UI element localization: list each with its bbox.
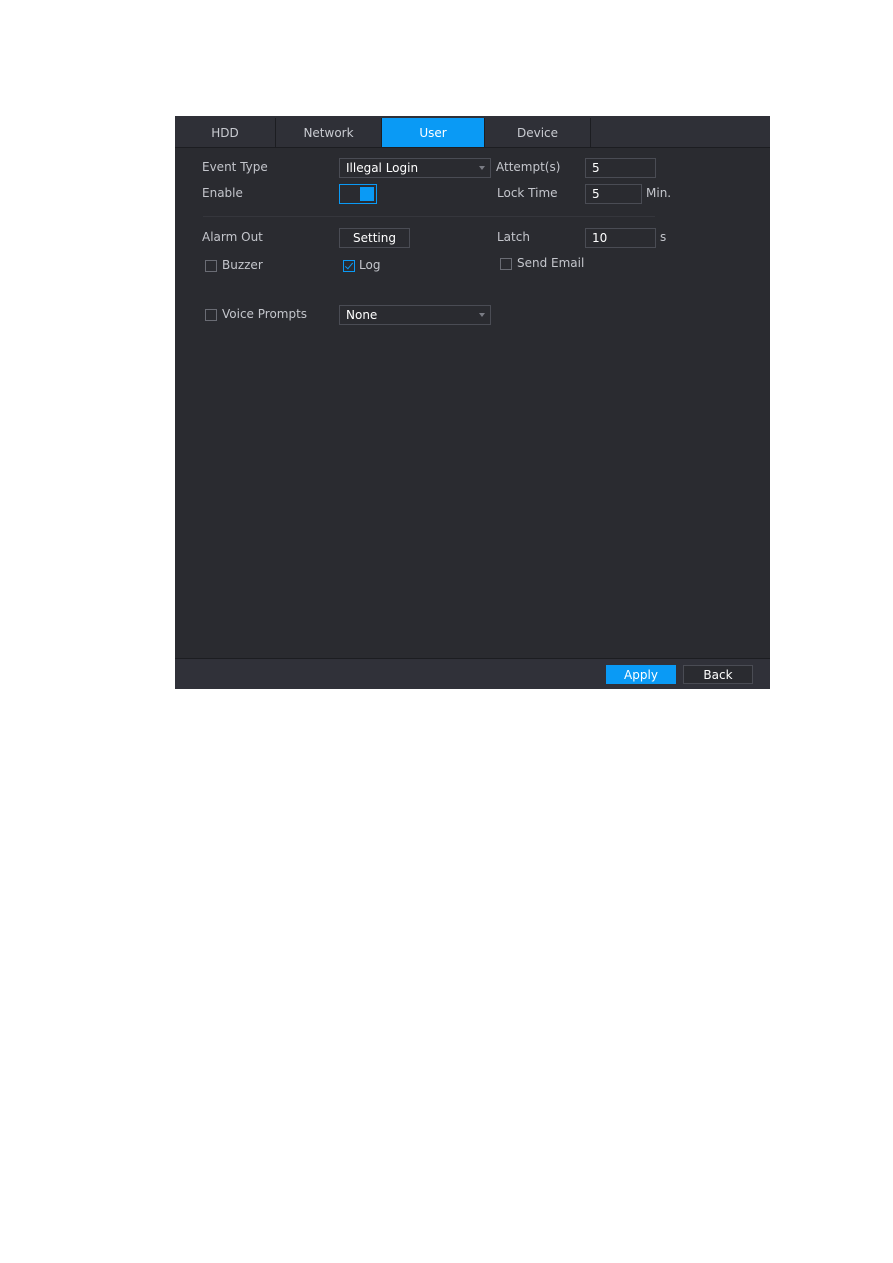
latch-input[interactable]: 10 — [585, 228, 656, 248]
tab-network[interactable]: Network — [276, 118, 382, 147]
toggle-knob — [360, 187, 374, 201]
tab-user[interactable]: User — [382, 118, 485, 147]
back-button[interactable]: Back — [683, 665, 753, 684]
send-email-checkbox[interactable] — [500, 258, 512, 270]
send-email-label: Send Email — [517, 256, 585, 270]
buzzer-checkbox[interactable] — [205, 260, 217, 272]
log-checkbox[interactable] — [343, 260, 355, 272]
buzzer-label: Buzzer — [222, 258, 263, 272]
tab-hdd[interactable]: HDD — [175, 118, 276, 147]
latch-value: 10 — [592, 231, 608, 245]
footer-bar: Apply Back — [175, 658, 770, 689]
log-label: Log — [359, 258, 381, 272]
event-type-value: Illegal Login — [346, 161, 419, 175]
enable-label: Enable — [202, 186, 243, 200]
enable-toggle[interactable] — [339, 184, 377, 204]
tab-device[interactable]: Device — [485, 118, 591, 147]
lock-time-label: Lock Time — [497, 186, 558, 200]
lock-time-unit: Min. — [646, 186, 672, 200]
lock-time-input[interactable]: 5 — [585, 184, 642, 204]
divider — [203, 216, 655, 217]
voice-prompts-label: Voice Prompts — [222, 307, 308, 321]
voice-prompts-checkbox[interactable] — [205, 309, 217, 321]
chevron-down-icon — [479, 166, 485, 170]
tab-bar: HDD Network User Device — [175, 116, 770, 148]
attempts-value: 5 — [592, 161, 600, 175]
alarm-out-label: Alarm Out — [202, 230, 263, 244]
voice-prompts-value: None — [346, 308, 378, 322]
latch-label: Latch — [497, 230, 530, 244]
attempts-label: Attempt(s) — [496, 160, 561, 174]
attempts-input[interactable]: 5 — [585, 158, 656, 178]
event-type-select[interactable]: Illegal Login — [339, 158, 491, 178]
latch-unit: s — [660, 230, 667, 244]
chevron-down-icon — [479, 313, 485, 317]
lock-time-value: 5 — [592, 187, 600, 201]
event-type-label: Event Type — [202, 160, 268, 174]
user-event-settings-panel: HDD Network User Device Event Type Illeg… — [175, 116, 770, 689]
apply-button[interactable]: Apply — [606, 665, 676, 684]
voice-prompts-select[interactable]: None — [339, 305, 491, 325]
setting-button[interactable]: Setting — [339, 228, 410, 248]
